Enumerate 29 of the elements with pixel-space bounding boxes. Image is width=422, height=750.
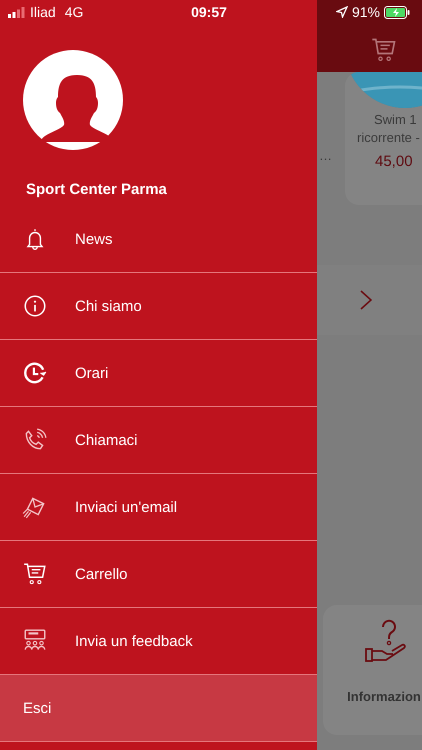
- battery-icon: [384, 6, 410, 18]
- menu-item[interactable]: Carrello: [0, 541, 317, 607]
- clock-icon: [22, 360, 48, 386]
- info-card[interactable]: Informazion: [323, 605, 422, 735]
- truncated-text: …: [319, 148, 332, 163]
- signal-icon: [8, 6, 25, 18]
- menu-item[interactable]: News: [0, 206, 317, 272]
- avatar-icon: [23, 50, 123, 150]
- product-title: ricorrente -: [357, 130, 420, 145]
- network-type: 4G: [64, 4, 84, 20]
- info-card-label: Informazion: [347, 689, 421, 704]
- product-card[interactable]: Swim 1 ricorrente - 45,00: [345, 72, 422, 205]
- chevron-right-icon: [360, 290, 372, 310]
- menu-item[interactable]: Chi siamo: [0, 273, 317, 339]
- menu-item[interactable]: Orari: [0, 340, 317, 406]
- carrier-name: Iliad: [30, 4, 56, 20]
- cart-icon[interactable]: [370, 36, 398, 64]
- product-price: 45,00: [375, 153, 413, 170]
- logout-item[interactable]: Esci: [0, 675, 317, 742]
- menu-item[interactable]: Inviaci un'email: [0, 474, 317, 540]
- menu-item[interactable]: Chiamaci: [0, 407, 317, 473]
- user-name: Sport Center Parma: [26, 181, 167, 198]
- info-icon: [22, 293, 48, 319]
- clock-time: 09:57: [190, 4, 228, 20]
- cart-icon: [22, 561, 48, 587]
- menu-item[interactable]: Invia un feedback: [0, 608, 317, 674]
- battery-percent: 91%: [352, 4, 380, 20]
- location-icon: [336, 6, 348, 18]
- product-title: Swim 1: [374, 112, 417, 127]
